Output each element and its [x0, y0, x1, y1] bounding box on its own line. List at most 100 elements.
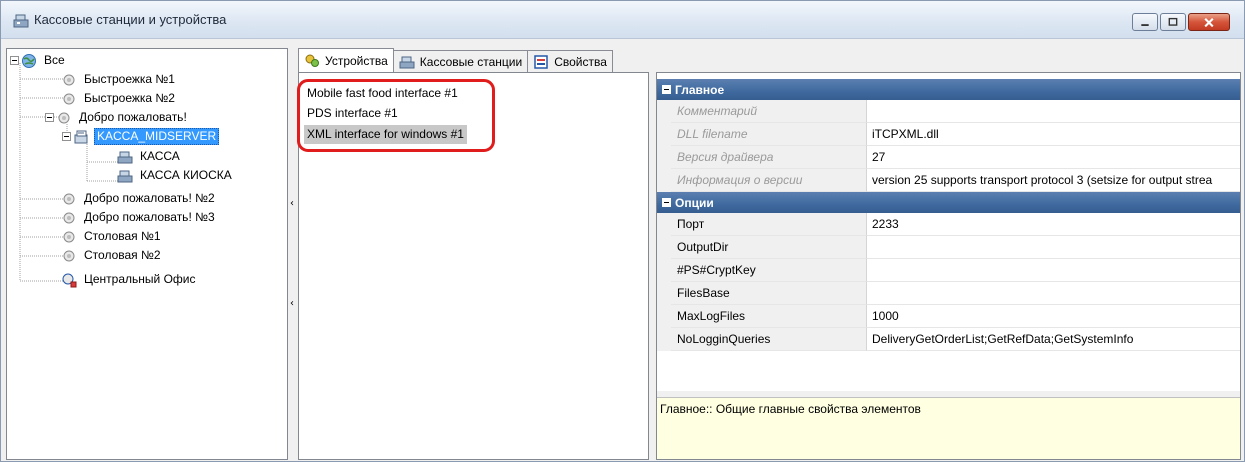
tree-item-label: Добро пожаловать! №2 — [84, 191, 215, 205]
row-gutter — [657, 213, 671, 236]
tab-cash-stations-label: Кассовые станции — [419, 54, 523, 69]
property-name: Порт — [671, 213, 867, 236]
property-name: OutputDir — [671, 236, 867, 259]
property-row[interactable]: Порт 2233 — [657, 213, 1240, 236]
property-row[interactable]: OutputDir — [657, 236, 1240, 259]
property-value: 27 — [867, 146, 1240, 169]
collapse-icon[interactable] — [662, 85, 671, 94]
tree-item-label: КАССА — [140, 149, 180, 163]
maximize-button[interactable] — [1160, 13, 1186, 31]
collapse-icon[interactable] — [662, 198, 671, 207]
row-gutter — [657, 282, 671, 305]
row-gutter — [657, 169, 671, 192]
property-row[interactable]: Информация о версии version 25 supports t… — [657, 169, 1240, 192]
tree-item[interactable]: Столовая №1 — [61, 228, 163, 245]
tab-devices[interactable]: Устройства — [298, 48, 394, 72]
node-icon — [63, 93, 75, 104]
property-value[interactable]: DeliveryGetOrderList;GetRefData;GetSyste… — [867, 328, 1240, 351]
properties-icon — [534, 54, 548, 69]
row-gutter — [657, 328, 671, 351]
close-button[interactable] — [1188, 13, 1230, 31]
window-title: Кассовые станции и устройства — [34, 12, 227, 27]
property-value[interactable] — [867, 282, 1240, 305]
tree-item[interactable]: Добро пожаловать! №2 — [61, 190, 217, 207]
tree-item[interactable]: КАССА КИОСКА — [117, 167, 234, 184]
server-icon — [74, 130, 88, 143]
minimize-button[interactable] — [1132, 13, 1158, 31]
node-icon — [58, 112, 70, 123]
property-row[interactable]: #PS#CryptKey — [657, 259, 1240, 282]
tree-item-label: Столовая №1 — [84, 229, 161, 243]
device-item[interactable]: Mobile fast food interface #1 — [304, 84, 461, 103]
row-gutter — [657, 123, 671, 146]
property-grid: Главное Комментарий DLL filename iTCPXML.dl… — [656, 72, 1241, 460]
tree-item[interactable]: Центральный Офис — [61, 271, 197, 288]
row-gutter — [657, 100, 671, 123]
tree-item-label: Столовая №2 — [84, 248, 161, 262]
property-row[interactable]: NoLogginQueries DeliveryGetOrderList;GetR… — [657, 328, 1240, 351]
tree-root[interactable]: Все — [10, 52, 67, 69]
tree-item[interactable]: КАССА — [117, 148, 182, 165]
node-icon — [63, 231, 75, 242]
property-category-label: Опции — [675, 195, 714, 210]
property-row[interactable]: Версия драйвера 27 — [657, 146, 1240, 169]
row-gutter — [657, 305, 671, 328]
minimize-icon — [1141, 24, 1149, 26]
row-gutter — [657, 259, 671, 282]
property-value — [867, 100, 1240, 123]
tree-item[interactable]: Столовая №2 — [61, 247, 163, 264]
tree-item[interactable]: Быстроежка №2 — [61, 90, 177, 107]
property-name: DLL filename — [671, 123, 867, 146]
tree-root-label: Все — [44, 53, 65, 67]
property-name: FilesBase — [671, 282, 867, 305]
collapse-left-icon[interactable]: ‹ — [290, 198, 294, 209]
tab-strip: Устройства Кассовые станции Свойства — [298, 48, 1240, 72]
collapse-icon[interactable] — [62, 132, 71, 141]
property-value[interactable]: 1000 — [867, 305, 1240, 328]
property-value[interactable] — [867, 259, 1240, 282]
collapse-left-icon-2[interactable]: ‹ — [290, 298, 294, 309]
collapse-icon[interactable] — [10, 56, 19, 65]
property-value: version 25 supports transport protocol 3… — [867, 169, 1240, 192]
property-name: Комментарий — [671, 100, 867, 123]
property-category-label: Главное — [675, 82, 725, 97]
tree-splitter[interactable]: ‹ ‹ — [289, 48, 296, 460]
tree-item-label: КАССА КИОСКА — [140, 168, 232, 182]
cash-register-icon — [399, 56, 415, 68]
tree-item[interactable]: Добро пожаловать! — [45, 109, 189, 126]
property-name: MaxLogFiles — [671, 305, 867, 328]
property-row[interactable]: MaxLogFiles 1000 — [657, 305, 1240, 328]
tree-item-label: Добро пожаловать! — [79, 110, 187, 124]
property-name: NoLogginQueries — [671, 328, 867, 351]
window-controls — [1130, 13, 1230, 31]
device-item[interactable]: PDS interface #1 — [304, 104, 401, 123]
tree-item-label: Добро пожаловать! №3 — [84, 210, 215, 224]
property-name: #PS#CryptKey — [671, 259, 867, 282]
row-gutter — [657, 236, 671, 259]
node-icon — [63, 212, 75, 223]
tree-item-label: Быстроежка №2 — [84, 91, 175, 105]
title-bar: Кассовые станции и устройства — [1, 1, 1244, 39]
property-value[interactable]: 2233 — [867, 213, 1240, 236]
tab-cash-stations[interactable]: Кассовые станции — [392, 50, 529, 72]
device-item-selected[interactable]: XML interface for windows #1 — [304, 125, 467, 144]
main-window: Кассовые станции и устройства Все Быстро… — [0, 0, 1245, 462]
row-gutter — [657, 146, 671, 169]
property-description: Главное:: Общие главные свойства элемент… — [657, 397, 1240, 459]
property-value[interactable] — [867, 236, 1240, 259]
tree-item-selected[interactable]: KACCA_MIDSERVER — [62, 128, 220, 145]
property-row[interactable]: DLL filename iTCPXML.dll — [657, 123, 1240, 146]
tree-item[interactable]: Добро пожаловать! №3 — [61, 209, 217, 226]
property-row[interactable]: Комментарий — [657, 100, 1240, 123]
device-list[interactable]: Mobile fast food interface #1 PDS interf… — [298, 72, 649, 460]
tab-properties[interactable]: Свойства — [527, 50, 613, 72]
property-row[interactable]: FilesBase — [657, 282, 1240, 305]
property-category[interactable]: Главное — [657, 79, 1240, 100]
collapse-icon[interactable] — [45, 113, 54, 122]
tree-item-label: Быстроежка №1 — [84, 72, 175, 86]
office-icon — [62, 273, 77, 287]
tree-item[interactable]: Быстроежка №1 — [61, 71, 177, 88]
property-category[interactable]: Опции — [657, 192, 1240, 213]
close-icon — [1204, 18, 1214, 28]
node-icon — [63, 250, 75, 261]
